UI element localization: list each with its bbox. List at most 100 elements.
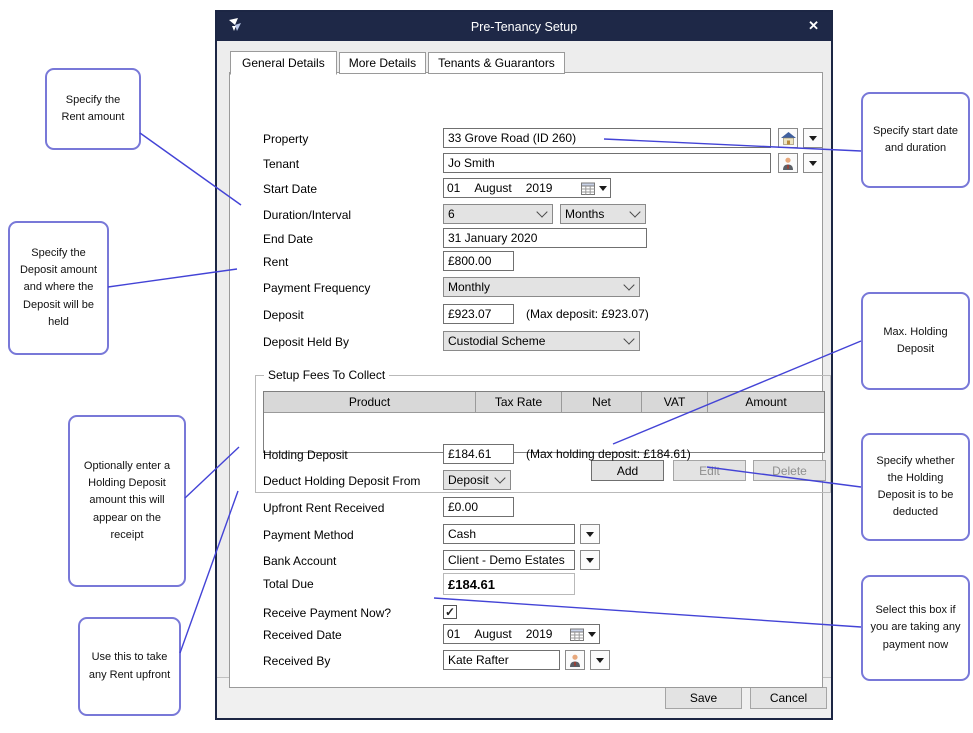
payment-method-dropdown-button[interactable]: [580, 524, 600, 544]
received-date-row: Received Date 01 August 2019: [263, 624, 823, 645]
tenant-lookup-button[interactable]: [778, 153, 798, 173]
screenshot-stage: Specify the Rent amount Specify the Depo…: [0, 0, 973, 733]
start-date-month[interactable]: August: [474, 181, 511, 195]
callout-receive-payment: Select this box if you are taking any pa…: [861, 575, 970, 681]
chevron-down-icon: [623, 279, 634, 290]
col-product: Product: [264, 392, 476, 412]
close-icon[interactable]: ✕: [808, 17, 819, 35]
chevron-down-icon: [629, 206, 640, 217]
start-date-picker[interactable]: 01 August 2019: [443, 178, 611, 198]
chevron-down-icon: [809, 161, 817, 166]
general-details-tab-page: Property 33 Grove Road (ID 260): [229, 72, 823, 688]
calendar-icon: [570, 628, 584, 641]
interval-select[interactable]: Months: [560, 204, 646, 224]
tab-strip: General Details More Details Tenants & G…: [230, 50, 567, 74]
chevron-down-icon: [586, 532, 594, 537]
end-date-label: End Date: [263, 232, 313, 246]
holding-deposit-input[interactable]: £184.61: [443, 444, 514, 464]
tenant-input[interactable]: Jo Smith: [443, 153, 771, 173]
deposit-input[interactable]: £923.07: [443, 304, 514, 324]
tenant-row: Tenant Jo Smith: [263, 153, 823, 174]
callout-deposit-amount: Specify the Deposit amount and where the…: [8, 221, 109, 355]
callout-rent-amount: Specify the Rent amount: [45, 68, 141, 150]
receive-payment-checkbox[interactable]: ✓: [443, 605, 457, 619]
deduct-from-label: Deduct Holding Deposit From: [263, 474, 420, 488]
bank-account-input[interactable]: Client - Demo Estates: [443, 550, 575, 570]
max-holding-deposit-hint: (Max holding deposit: £184.61): [526, 447, 691, 461]
tenant-dropdown-button[interactable]: [803, 153, 823, 173]
house-icon: [781, 132, 796, 145]
payment-method-input[interactable]: Cash: [443, 524, 575, 544]
cancel-button[interactable]: Cancel: [750, 687, 827, 709]
calendar-icon: [581, 182, 595, 195]
chevron-down-icon: [588, 632, 596, 637]
fees-table-header: Product Tax Rate Net VAT Amount: [264, 392, 824, 413]
deposit-row: Deposit £923.07 (Max deposit: £923.07): [263, 304, 823, 325]
duration-value: 6: [448, 207, 455, 221]
total-due-label: Total Due: [263, 577, 314, 591]
received-by-lookup-button[interactable]: [565, 650, 585, 670]
receive-payment-row: Receive Payment Now? ✓: [263, 602, 823, 623]
property-row: Property 33 Grove Road (ID 260): [263, 128, 823, 149]
rent-row: Rent £800.00: [263, 251, 823, 272]
tab-tenants-guarantors[interactable]: Tenants & Guarantors: [428, 52, 565, 74]
tab-general-details[interactable]: General Details: [230, 51, 337, 75]
start-date-year[interactable]: 2019: [526, 181, 553, 195]
payment-method-row: Payment Method Cash: [263, 524, 823, 545]
payment-frequency-value: Monthly: [448, 280, 490, 294]
duration-select[interactable]: 6: [443, 204, 553, 224]
chevron-down-icon: [599, 186, 607, 191]
total-due-value: £184.61: [443, 573, 575, 595]
received-by-input[interactable]: Kate Rafter: [443, 650, 560, 670]
end-date-input[interactable]: 31 January 2020: [443, 228, 647, 248]
col-tax-rate: Tax Rate: [476, 392, 562, 412]
col-amount: Amount: [708, 392, 824, 412]
col-vat: VAT: [642, 392, 708, 412]
save-button[interactable]: Save: [665, 687, 742, 709]
callout-start-date-duration: Specify start date and duration: [861, 92, 970, 188]
payment-frequency-select[interactable]: Monthly: [443, 277, 640, 297]
callout-deduct-holding-deposit: Specify whether the Holding Deposit is t…: [861, 433, 970, 541]
start-date-row: Start Date 01 August 2019: [263, 178, 823, 199]
rent-label: Rent: [263, 255, 288, 269]
received-date-label: Received Date: [263, 628, 342, 642]
tenant-label: Tenant: [263, 157, 299, 171]
end-date-row: End Date 31 January 2020: [263, 228, 823, 249]
received-by-dropdown-button[interactable]: [590, 650, 610, 670]
person-icon: [569, 654, 581, 667]
rent-input[interactable]: £800.00: [443, 251, 514, 271]
callout-max-holding-deposit: Max. Holding Deposit: [861, 292, 970, 390]
deposit-held-by-row: Deposit Held By Custodial Scheme: [263, 331, 823, 352]
deposit-held-by-select[interactable]: Custodial Scheme: [443, 331, 640, 351]
start-date-day[interactable]: 01: [447, 181, 460, 195]
property-dropdown-button[interactable]: [803, 128, 823, 148]
received-date-year[interactable]: 2019: [526, 627, 553, 641]
upfront-rent-label: Upfront Rent Received: [263, 501, 384, 515]
person-icon: [782, 157, 794, 170]
window-title: Pre-Tenancy Setup: [217, 20, 831, 34]
property-lookup-button[interactable]: [778, 128, 798, 148]
deduct-from-select[interactable]: Deposit: [443, 470, 511, 490]
callout-holding-deposit: Optionally enter a Holding Deposit amoun…: [68, 415, 186, 587]
chevron-down-icon: [494, 472, 505, 483]
bank-account-dropdown-button[interactable]: [580, 550, 600, 570]
total-due-row: Total Due £184.61: [263, 573, 823, 595]
receive-payment-label: Receive Payment Now?: [263, 606, 391, 620]
holding-deposit-label: Holding Deposit: [263, 448, 348, 462]
deduct-from-row: Deduct Holding Deposit From Deposit: [263, 470, 823, 491]
received-date-month[interactable]: August: [474, 627, 511, 641]
tab-more-details[interactable]: More Details: [339, 52, 426, 74]
received-date-day[interactable]: 01: [447, 627, 460, 641]
pre-tenancy-setup-dialog: Pre-Tenancy Setup ✕ General Details More…: [215, 10, 833, 720]
deposit-label: Deposit: [263, 308, 304, 322]
chevron-down-icon: [809, 136, 817, 141]
upfront-rent-input[interactable]: £0.00: [443, 497, 514, 517]
payment-frequency-row: Payment Frequency Monthly: [263, 277, 823, 298]
chevron-down-icon: [536, 206, 547, 217]
property-label: Property: [263, 132, 308, 146]
check-icon: ✓: [445, 606, 455, 618]
property-input[interactable]: 33 Grove Road (ID 260): [443, 128, 771, 148]
max-deposit-hint: (Max deposit: £923.07): [526, 307, 649, 321]
received-date-picker[interactable]: 01 August 2019: [443, 624, 600, 644]
bank-account-row: Bank Account Client - Demo Estates: [263, 550, 823, 571]
